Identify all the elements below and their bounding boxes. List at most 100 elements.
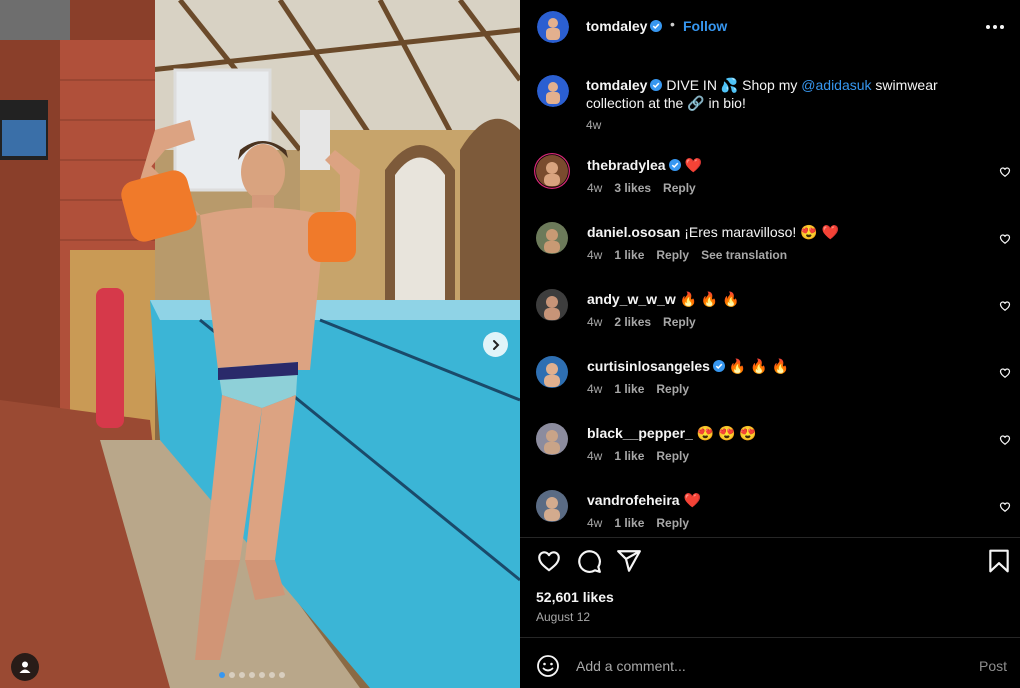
comment-body: ❤️ — [680, 157, 702, 173]
commenter-avatar[interactable] — [534, 287, 570, 323]
reply-button[interactable]: Reply — [656, 449, 689, 463]
caption-body-start: DIVE IN 💦 Shop my — [662, 77, 802, 93]
user-tag-button[interactable] — [11, 653, 39, 681]
commenter-avatar[interactable] — [534, 354, 570, 390]
author-avatar[interactable] — [537, 11, 569, 43]
comment-meta: 4w 1 like Reply — [587, 516, 689, 530]
bookmark-icon[interactable] — [986, 548, 1012, 574]
comment-meta: 4w 1 like Reply — [587, 449, 689, 463]
comment-timestamp[interactable]: 4w — [587, 516, 602, 530]
follow-button[interactable]: Follow — [683, 18, 727, 34]
comment-body: ¡Eres maravilloso! 😍 ❤️ — [680, 224, 839, 240]
carousel-dot — [259, 672, 265, 678]
carousel-dot — [269, 672, 275, 678]
comment-like-count[interactable]: 1 like — [614, 382, 644, 396]
caption-text: tomdaley DIVE IN 💦 Shop my @adidasuk swi… — [586, 76, 976, 112]
caption-timestamp[interactable]: 4w — [586, 118, 601, 132]
comment-meta: 4w 1 like Reply — [587, 382, 689, 396]
comment-timestamp[interactable]: 4w — [587, 315, 602, 329]
comment-timestamp[interactable]: 4w — [587, 449, 602, 463]
comment-like-count[interactable]: 1 like — [614, 449, 644, 463]
heart-icon[interactable] — [999, 501, 1011, 513]
carousel-indicator — [219, 672, 285, 678]
comment-text: vandrofeheira ❤️ — [587, 491, 701, 509]
share-icon[interactable] — [616, 548, 642, 574]
heart-icon[interactable] — [999, 300, 1011, 312]
commenter-avatar[interactable] — [534, 153, 570, 189]
comment-like-count[interactable]: 2 likes — [614, 315, 651, 329]
commenter-username[interactable]: thebradylea — [587, 157, 666, 173]
comment-text: curtisinlosangeles 🔥 🔥 🔥 — [587, 357, 789, 375]
post-image[interactable] — [0, 0, 520, 688]
verified-badge-icon — [650, 20, 663, 32]
carousel-dot — [229, 672, 235, 678]
commenter-username[interactable]: daniel.ososan — [587, 224, 680, 240]
comment-body: 😍 😍 😍 — [692, 425, 757, 441]
comment-timestamp[interactable]: 4w — [587, 181, 602, 195]
comment-meta: 4w 2 likes Reply — [587, 315, 696, 329]
reply-button[interactable]: Reply — [663, 315, 696, 329]
comment-body: 🔥 🔥 🔥 — [724, 358, 789, 374]
next-slide-button[interactable] — [483, 332, 508, 357]
composer-divider — [520, 637, 1020, 638]
header-separator: • — [670, 16, 675, 32]
commenter-avatar[interactable] — [534, 488, 570, 524]
comment-like-count[interactable]: 1 like — [614, 248, 644, 262]
emoji-icon[interactable] — [536, 654, 560, 678]
action-bar — [520, 546, 1020, 576]
comment-item: daniel.ososan ¡Eres maravilloso! 😍 ❤️ 4w 1… — [534, 220, 1014, 280]
comment-meta: 4w 1 like Reply See translation — [587, 248, 787, 262]
reply-button[interactable]: Reply — [656, 516, 689, 530]
comment-icon[interactable] — [576, 548, 602, 574]
comment-like-count[interactable]: 3 likes — [614, 181, 651, 195]
commenter-username[interactable]: andy_w_w_w — [587, 291, 676, 307]
heart-icon[interactable] — [999, 434, 1011, 446]
caption-mention-link[interactable]: @adidasuk — [801, 77, 871, 93]
comment-item: vandrofeheira ❤️ 4w 1 like Reply — [534, 488, 1014, 548]
comment-body: ❤️ — [679, 492, 701, 508]
add-comment-input[interactable] — [576, 656, 956, 676]
comment-timestamp[interactable]: 4w — [587, 248, 602, 262]
commenter-avatar[interactable] — [534, 421, 570, 457]
like-count[interactable]: 52,601 likes — [536, 589, 614, 605]
comment-text: thebradylea ❤️ — [587, 156, 702, 174]
carousel-dot — [239, 672, 245, 678]
comment-item: black__pepper_ 😍 😍 😍 4w 1 like Reply — [534, 421, 1014, 481]
caption-username[interactable]: tomdaley — [586, 77, 647, 93]
author-username-link[interactable]: tomdaley — [586, 18, 663, 34]
carousel-dot — [249, 672, 255, 678]
see-translation-button[interactable]: See translation — [701, 248, 787, 262]
carousel-dot — [219, 672, 225, 678]
comment-text: andy_w_w_w 🔥 🔥 🔥 — [587, 290, 740, 308]
comment-timestamp[interactable]: 4w — [587, 382, 602, 396]
comment-meta: 4w 3 likes Reply — [587, 181, 696, 195]
post-detail-panel: tomdaley • Follow tomdaley DIVE IN 💦 Sho… — [520, 0, 1020, 688]
reply-button[interactable]: Reply — [663, 181, 696, 195]
comment-body: 🔥 🔥 🔥 — [675, 291, 740, 307]
heart-icon[interactable] — [999, 367, 1011, 379]
post-header: tomdaley • Follow — [520, 0, 1020, 54]
commenter-username[interactable]: black__pepper_ — [587, 425, 693, 441]
verified-badge-icon — [712, 360, 725, 372]
caption-author-avatar[interactable] — [537, 75, 569, 107]
pool-scene-image — [0, 0, 520, 688]
commenter-avatar[interactable] — [534, 220, 570, 256]
commenter-username[interactable]: vandrofeheira — [587, 492, 680, 508]
comment-text: black__pepper_ 😍 😍 😍 — [587, 424, 757, 442]
actions-divider — [520, 537, 1020, 538]
verified-badge-icon — [650, 79, 663, 91]
heart-icon[interactable] — [999, 166, 1011, 178]
reply-button[interactable]: Reply — [656, 248, 689, 262]
more-options-icon[interactable] — [986, 18, 1006, 36]
comment-item: curtisinlosangeles 🔥 🔥 🔥 4w 1 like Reply — [534, 354, 1014, 414]
heart-icon[interactable] — [999, 233, 1011, 245]
user-tag-icon — [19, 661, 31, 673]
reply-button[interactable]: Reply — [656, 382, 689, 396]
commenter-username[interactable]: curtisinlosangeles — [587, 358, 710, 374]
post-comment-button[interactable]: Post — [979, 658, 1007, 674]
post-date[interactable]: August 12 — [536, 610, 590, 624]
comment-item: thebradylea ❤️ 4w 3 likes Reply — [534, 153, 1014, 213]
heart-icon[interactable] — [536, 548, 562, 574]
comment-like-count[interactable]: 1 like — [614, 516, 644, 530]
author-username[interactable]: tomdaley — [586, 18, 647, 34]
